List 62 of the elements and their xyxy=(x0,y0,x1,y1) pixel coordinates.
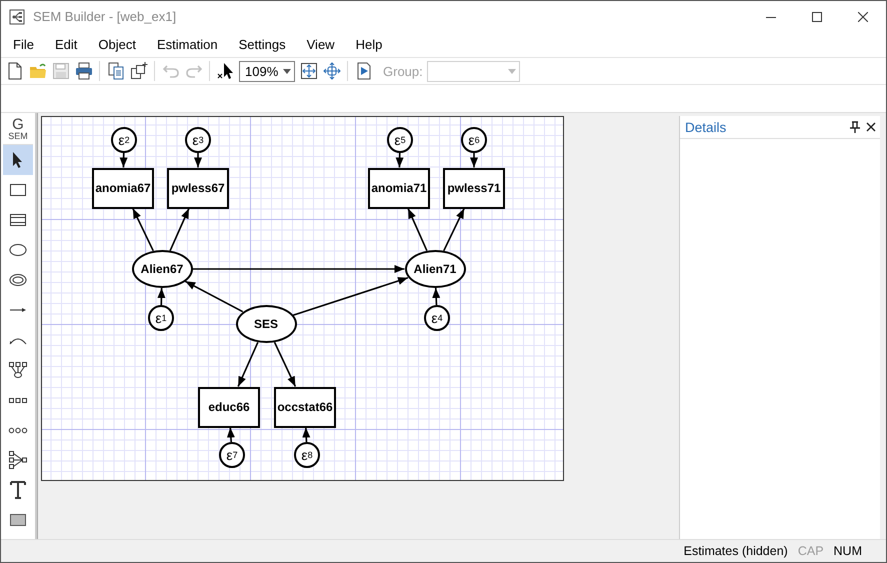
panel-title: Details xyxy=(685,120,726,134)
close-icon[interactable] xyxy=(858,12,868,22)
dropdown-arrow-icon xyxy=(508,68,516,74)
path-arrow[interactable] xyxy=(169,208,190,252)
menu-item[interactable]: Edit xyxy=(46,37,86,52)
app-icon xyxy=(9,8,25,24)
logo-text: G xyxy=(12,117,24,132)
latent-variable-ellipse[interactable]: Alien71 xyxy=(404,250,466,288)
pointer-icon[interactable] xyxy=(216,62,234,80)
path-arrow[interactable] xyxy=(192,265,404,273)
observed-variable-box[interactable]: anomia67 xyxy=(92,168,154,208)
path-arrow[interactable] xyxy=(470,153,478,168)
text-icon[interactable] xyxy=(8,480,28,500)
maximize-icon[interactable] xyxy=(812,12,822,22)
status-indicator: NUM xyxy=(834,544,862,558)
menu-item[interactable]: Settings xyxy=(230,37,294,52)
latent-variable-ellipse[interactable]: SES xyxy=(236,305,296,343)
observed-variable-box[interactable]: anomia71 xyxy=(368,168,430,208)
path-arrow[interactable] xyxy=(226,427,235,442)
window-title: SEM Builder - [web_ex1] xyxy=(33,9,176,24)
path-arrow[interactable] xyxy=(407,208,428,252)
measurement-component-icon[interactable] xyxy=(8,360,28,380)
new-file-icon[interactable] xyxy=(6,62,24,80)
dropdown-arrow-icon xyxy=(283,68,291,74)
pin-icon[interactable] xyxy=(850,121,860,133)
path-arrow[interactable] xyxy=(292,277,408,316)
path-arrow[interactable] xyxy=(302,427,310,442)
folder-icon[interactable] xyxy=(28,62,46,80)
copy-icon[interactable] xyxy=(106,62,124,80)
group-label: Group: xyxy=(383,64,423,78)
regression-component-icon[interactable] xyxy=(8,450,28,470)
selected-tool-button[interactable] xyxy=(3,145,33,175)
status-indicator: Estimates (hidden) xyxy=(684,544,788,558)
fit-to-window-icon[interactable] xyxy=(300,62,318,80)
path-arrow[interactable] xyxy=(194,153,202,168)
path-arrow[interactable] xyxy=(396,152,404,168)
path-arrow[interactable] xyxy=(432,288,440,306)
observed-variable-box[interactable]: occstat66 xyxy=(274,386,336,428)
move-icon[interactable] xyxy=(322,62,340,80)
menu-item[interactable]: File xyxy=(5,37,42,52)
path-arrow[interactable] xyxy=(132,208,154,252)
menu-item[interactable]: Object xyxy=(90,37,144,52)
print-icon[interactable] xyxy=(74,62,92,80)
zoom-dropdown[interactable]: 109% xyxy=(239,60,295,82)
path-arrow[interactable] xyxy=(184,280,244,312)
status-indicator: CAP xyxy=(798,544,824,558)
latent-variable-ellipse[interactable]: Alien67 xyxy=(132,250,192,288)
path-arrow[interactable] xyxy=(157,288,166,306)
menu-item[interactable]: Estimation xyxy=(148,37,226,52)
path-arrow[interactable] xyxy=(443,208,465,252)
add-object-icon[interactable] xyxy=(130,62,148,80)
observed-variable-box[interactable]: pwless71 xyxy=(443,168,505,208)
close-icon[interactable] xyxy=(866,122,876,132)
play-icon[interactable] xyxy=(354,62,372,80)
menu-item[interactable]: View xyxy=(298,37,343,52)
observed-variable-box[interactable]: educ66 xyxy=(198,386,260,428)
path-arrow[interactable] xyxy=(237,342,259,387)
logo-text: SEM xyxy=(8,132,28,141)
observed-variable-box[interactable]: pwless67 xyxy=(167,168,229,208)
menu-item[interactable]: Help xyxy=(348,37,390,52)
path-arrow[interactable] xyxy=(120,152,128,168)
path-arrow[interactable] xyxy=(274,342,296,387)
